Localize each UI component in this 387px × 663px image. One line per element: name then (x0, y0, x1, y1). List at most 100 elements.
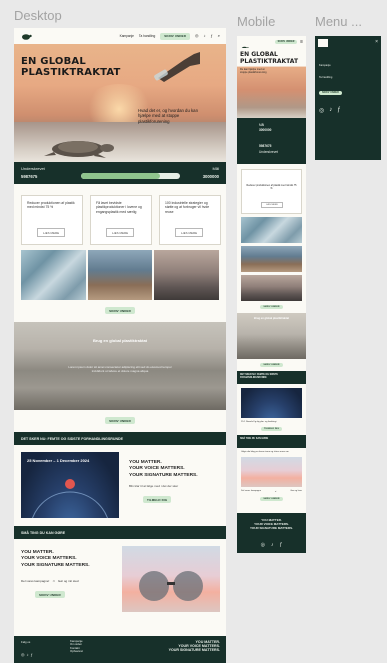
footer-social: ◎ ♪ ƒ (21, 652, 33, 657)
share-secondary-link[interactable]: Gør og hvor (290, 490, 302, 493)
tiktok-icon[interactable]: ♪ (271, 542, 274, 548)
beach-banner: Brug en global plastiktraktat Lorem ipsu… (14, 322, 226, 410)
instagram-icon[interactable]: ◎ (195, 34, 199, 38)
desktop-footer: Følg os Kampanje Om siden Kontakt Ophavs… (14, 636, 226, 663)
goal-card: Reducer produktionen af plastik med mind… (241, 169, 302, 214)
plastic-bottles-photo (241, 217, 302, 243)
events-caption: 25-1 Nøvele Fg dig plm. og lindstingi (241, 421, 277, 423)
sign-button[interactable]: SKRIV UNDER (105, 417, 135, 424)
goal-card-text: 100 industrielle strategier og støtte og… (165, 201, 210, 214)
facebook-icon[interactable]: ƒ (211, 34, 213, 38)
desktop-frame-label: Desktop (14, 8, 62, 23)
sign-button[interactable]: SKRIV UNDER (105, 307, 135, 314)
turtle-logo-icon[interactable] (318, 39, 328, 47)
nav-link-take-action[interactable]: Ta handling (139, 34, 155, 38)
menu-frame-label: Menu ... (315, 14, 362, 29)
share-icon[interactable]: ⋖ (275, 490, 277, 493)
read-more-button[interactable]: LÆS MERE (261, 202, 283, 208)
mobile-footer: YOU MATTER. YOUR VOICE MATTERS. YOUR SIG… (237, 513, 306, 553)
read-more-button[interactable]: LÆS MERE (175, 228, 204, 237)
events-section: 25 November – 1 December 2024 YOU MATTER… (14, 445, 226, 526)
slogan-line: YOUR SIGNATURE MATTERS. (21, 562, 90, 568)
share-campaign-link[interactable]: Del vores kampagne! (21, 579, 49, 583)
share-campaign-link[interactable]: Del vores kampagne (241, 490, 261, 493)
mobile-navbar: SKRIV UNDER ≡ (237, 36, 306, 51)
sign-button[interactable]: SKRIV UNDER (160, 32, 191, 40)
signature-progress-fill (81, 173, 161, 179)
what-you-can-do-heading: SMÅ TING DU KAN GØRE (14, 526, 226, 539)
turtle-logo-icon[interactable] (20, 32, 32, 41)
footer-slogan: YOU MATTER. YOUR VOICE MATTERS. YOUR SIG… (169, 640, 220, 653)
mobile-hero-subtitle: Du kan hjælpe med at stoppe plastikforur… (240, 68, 267, 74)
goal-card: Få lavet bevidste plastikproduktioner i … (90, 195, 152, 245)
goal-value: 3000000 (259, 128, 272, 132)
smokestacks-photo (241, 275, 302, 301)
sign-button[interactable]: SKRIV UNDER (260, 305, 283, 309)
footer-links: Kampanje Om siden Kontakt Ophavsret (70, 639, 83, 654)
sign-button[interactable]: SKRIV UNDER (319, 91, 342, 95)
instagram-icon[interactable]: ◎ (319, 107, 324, 114)
hero-section: EN GLOBAL PLASTIKTRAKTAT Hvad det er, og… (14, 44, 226, 162)
what-you-can-do-section: YOU MATTER. YOUR VOICE MATTERS. YOUR SIG… (14, 539, 226, 639)
tiktok-icon[interactable]: ♪ (27, 652, 29, 657)
what-you-can-do-text: Udgiv din blog på denne tema og skrive m… (241, 451, 289, 453)
slogan-line: YOUR SIGNATURE MATTERS. (168, 648, 220, 653)
goal-label: Mål (259, 123, 265, 127)
nav-link-campaign[interactable]: Kampanje (120, 34, 134, 38)
instagram-icon[interactable]: ◎ (261, 542, 265, 548)
sign-button[interactable]: SKRIV UNDER (275, 40, 298, 44)
read-more-button[interactable]: LÆS MERE (106, 228, 135, 237)
instagram-icon[interactable]: ◎ (21, 652, 25, 657)
goal-card-text: Få lavet bevidste plastikproduktioner i … (96, 201, 142, 214)
polluted-shore-photo (241, 246, 302, 272)
sign-button[interactable]: SKRIV UNDER (260, 363, 283, 367)
signed-label: Underskrevet (259, 150, 278, 154)
subscribe-button[interactable]: TILMELD DIG (260, 427, 283, 431)
facebook-icon[interactable]: ƒ (280, 542, 283, 548)
globe-icon (32, 479, 108, 518)
facebook-icon[interactable]: ƒ (337, 107, 340, 114)
mobile-frame: SKRIV UNDER ≡ EN GLOBAL PLASTIKTRAKTAT D… (237, 36, 306, 553)
what-you-can-do-heading: SMÅ TING DU KAN GØRE (237, 435, 306, 448)
turtle-image (44, 141, 114, 158)
facebook-icon[interactable]: ƒ (31, 652, 33, 657)
goal-cards: Reducer produktionen af plastik med mind… (14, 184, 226, 245)
subscribe-button[interactable]: TILMELD DIG (143, 496, 172, 504)
share-secondary-link[interactable]: Gør og mit sted (58, 579, 79, 583)
share-row: Del vores kampagne ⋖ Gør og hvor (241, 490, 302, 493)
beach-title: Brug en global plastiktraktat (92, 338, 147, 343)
slogan-line: YOUR SIGNATURE MATTERS. (129, 472, 198, 478)
menu-social: ◎ ♪ ƒ (319, 107, 341, 114)
tiktok-icon[interactable]: ♪ (204, 34, 206, 38)
bottle-hand-image (154, 52, 200, 82)
sign-button[interactable]: SKRIV UNDER (35, 591, 65, 599)
menu-item-take-action[interactable]: Ta handling (319, 76, 332, 79)
sunglasses-image (122, 546, 220, 612)
footer-link[interactable]: Ophavsret (70, 649, 83, 653)
polluted-shore-photo (87, 250, 153, 300)
negotiation-image (241, 388, 302, 418)
goal-card-text: Reducer produktionen af plastik med mind… (27, 201, 75, 210)
menu-frame: × Kampanje Ta handling SKRIV UNDER ◎ ♪ ƒ (315, 36, 381, 160)
tiktok-icon[interactable]: ♪ (329, 107, 332, 114)
sign-button[interactable]: SKRIV UNDER (260, 497, 283, 501)
share-icon[interactable]: ⋖ (52, 579, 55, 583)
turtle-logo-icon[interactable] (240, 39, 249, 51)
negotiation-image: 25 November – 1 December 2024 (21, 452, 119, 518)
signature-counter: Underskrevet 5987675 Mål 3000000 (14, 162, 226, 184)
beach-title: Brug en global plastiktraktat (253, 317, 290, 320)
desktop-frame: Kampanje Ta handling SKRIV UNDER ◎ ♪ ƒ ⌕… (14, 28, 226, 663)
slogan-line: YOUR SIGNATURE MATTERS. (250, 525, 293, 530)
mobile-hero-title: EN GLOBAL PLASTIKTRAKTAT (240, 51, 299, 65)
menu-item-campaign[interactable]: Kampanje (319, 64, 331, 67)
read-more-button[interactable]: LÆS MERE (37, 228, 66, 237)
search-icon[interactable]: ⌕ (218, 34, 220, 38)
hamburger-menu-icon[interactable]: ≡ (300, 39, 303, 45)
close-icon[interactable]: × (375, 39, 378, 45)
pollution-photos (14, 245, 226, 300)
sunglasses-icon (139, 571, 203, 601)
goal-value: 3000000 (202, 174, 219, 179)
footer-follow-label: Følg os (21, 640, 31, 644)
events-note: Bliv klar til at følge med i det der ske… (129, 483, 179, 488)
signed-value: 5987675 (259, 144, 272, 148)
